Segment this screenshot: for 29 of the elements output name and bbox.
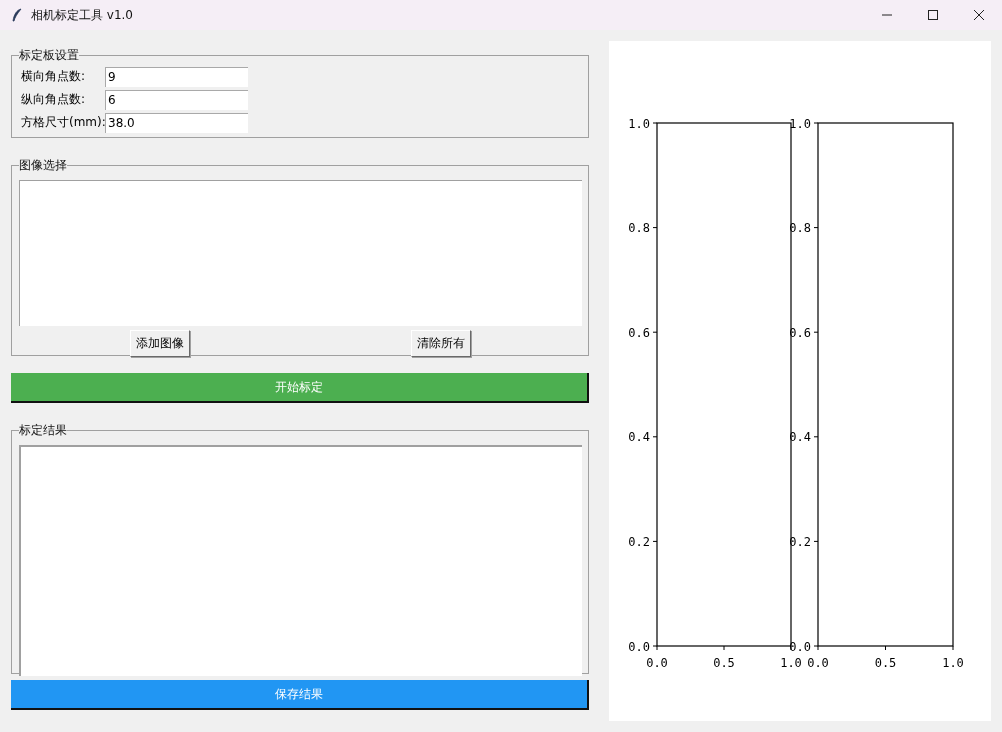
tk-button[interactable]: 清除所有 bbox=[411, 330, 472, 357]
group-title: 标定结果 bbox=[19, 422, 67, 439]
x-tick-label: 0.0 bbox=[646, 656, 668, 670]
x-tick-label: 0.0 bbox=[807, 656, 829, 670]
group-title: 标定板设置 bbox=[19, 47, 79, 64]
x-tick-label: 1.0 bbox=[780, 656, 802, 670]
tk-button[interactable]: 添加图像 bbox=[129, 330, 190, 357]
y-tick-label: 0.0 bbox=[628, 639, 650, 654]
y-tick-label: 0.4 bbox=[628, 430, 650, 445]
field-label: 横向角点数: bbox=[20, 68, 87, 85]
y-tick-label: 0.0 bbox=[789, 639, 811, 654]
input-field[interactable]: 9 bbox=[105, 66, 248, 87]
y-tick-label: 1.0 bbox=[628, 116, 650, 131]
close-icon[interactable] bbox=[974, 10, 984, 20]
maximize-icon[interactable] bbox=[928, 10, 938, 20]
y-tick-label: 0.2 bbox=[628, 534, 650, 549]
input-field[interactable]: 38.0 bbox=[105, 112, 248, 133]
y-tick-label: 0.6 bbox=[628, 325, 650, 340]
x-tick-label: 0.5 bbox=[874, 656, 897, 670]
field-label: 纵向角点数: bbox=[20, 91, 87, 108]
x-tick-label: 1.0 bbox=[942, 656, 964, 670]
window-title: 相机标定工具 v1.0 bbox=[31, 6, 133, 24]
y-tick-label: 1.0 bbox=[789, 116, 811, 131]
field-label: 方格尺寸(mm): bbox=[20, 114, 105, 131]
y-tick-label: 0.8 bbox=[628, 221, 650, 236]
x-tick-label: 0.5 bbox=[713, 656, 735, 670]
group-title: 图像选择 bbox=[19, 157, 67, 174]
feather-icon bbox=[12, 8, 22, 22]
input-field[interactable]: 6 bbox=[105, 89, 248, 110]
